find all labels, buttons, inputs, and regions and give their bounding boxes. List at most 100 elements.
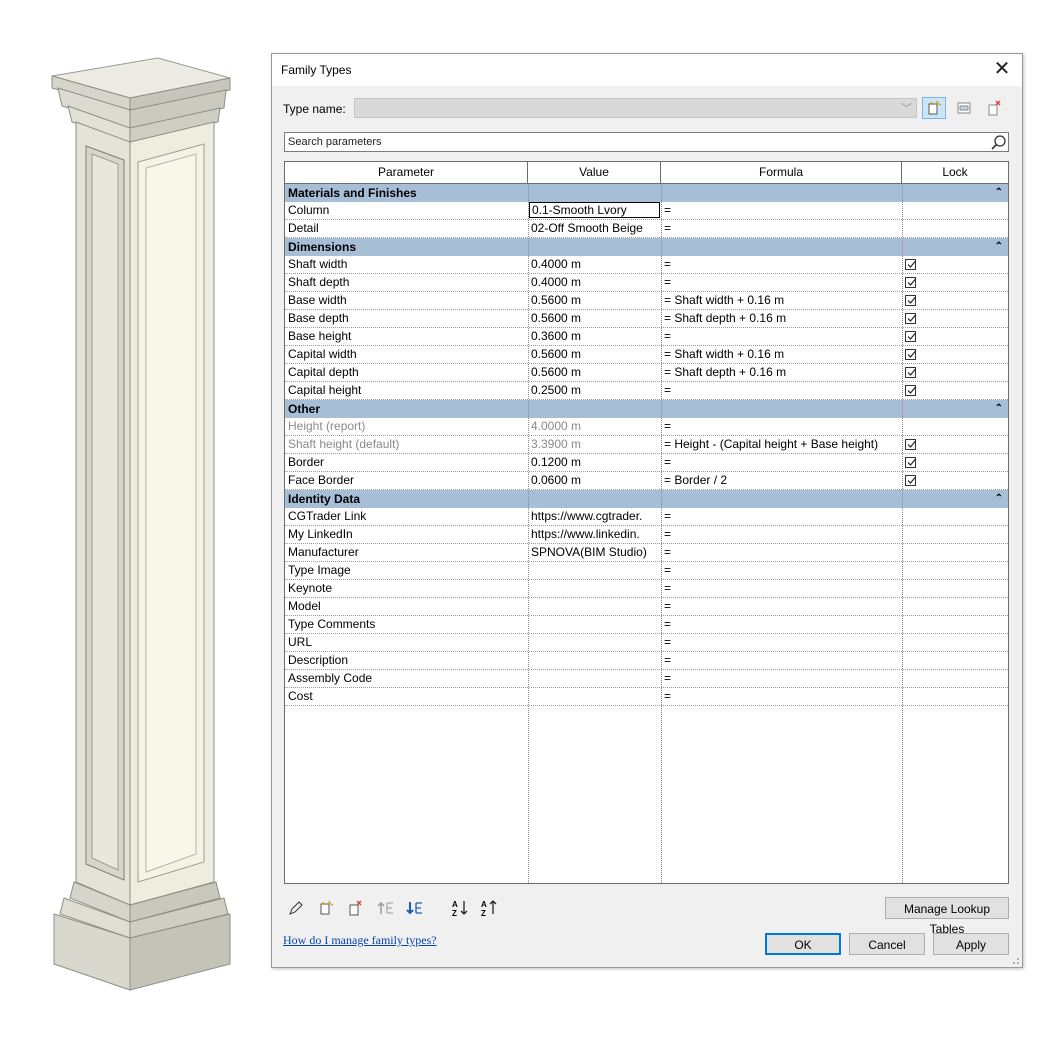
delete-type-button[interactable] xyxy=(982,97,1006,119)
group-header[interactable]: Materials and Finishes ⌃ xyxy=(285,184,1008,202)
collapse-chevron-icon[interactable]: ⌃ xyxy=(995,184,1003,202)
formula-cell[interactable]: = xyxy=(662,508,901,525)
formula-cell[interactable]: = xyxy=(662,598,901,615)
value-cell[interactable]: 0.5600 m xyxy=(529,292,660,309)
lock-checkbox[interactable] xyxy=(905,475,916,486)
formula-cell[interactable]: = xyxy=(662,454,901,471)
search-input[interactable] xyxy=(285,133,981,151)
formula-cell[interactable]: = xyxy=(662,274,901,291)
column-header-lock[interactable]: Lock xyxy=(902,162,1008,183)
edit-parameter-button[interactable] xyxy=(286,899,306,917)
value-cell[interactable] xyxy=(529,580,660,597)
parameter-cell: Detail xyxy=(288,221,319,235)
value-cell[interactable]: 0.1-Smooth Lvory xyxy=(529,202,660,218)
value-cell[interactable]: 0.3600 m xyxy=(529,328,660,345)
formula-cell[interactable]: = xyxy=(662,418,901,435)
column-header-value[interactable]: Value xyxy=(528,162,661,183)
formula-cell[interactable]: = Shaft depth + 0.16 m xyxy=(662,310,901,327)
svg-text:A: A xyxy=(481,900,487,909)
move-up-button[interactable] xyxy=(376,899,396,917)
group-header[interactable]: Other ⌃ xyxy=(285,400,1008,418)
formula-cell[interactable]: = xyxy=(662,526,901,543)
value-cell[interactable]: 0.4000 m xyxy=(529,274,660,291)
move-down-button[interactable] xyxy=(405,899,425,917)
formula-cell[interactable]: = xyxy=(662,616,901,633)
type-name-dropdown[interactable]: ﹀ xyxy=(354,98,917,118)
close-icon[interactable]: ✕ xyxy=(990,57,1014,81)
formula-cell[interactable]: = xyxy=(662,670,901,687)
value-cell[interactable]: https://www.linkedin. xyxy=(529,526,660,543)
help-link[interactable]: How do I manage family types? xyxy=(283,933,437,948)
value-cell[interactable]: 0.1200 m xyxy=(529,454,660,471)
lock-checkbox[interactable] xyxy=(905,259,916,270)
value-cell[interactable] xyxy=(529,598,660,615)
value-cell[interactable] xyxy=(529,562,660,579)
new-type-button[interactable] xyxy=(922,97,946,119)
formula-cell[interactable]: = xyxy=(662,652,901,669)
manage-lookup-tables-button[interactable]: Manage Lookup Tables xyxy=(885,897,1009,936)
new-parameter-icon xyxy=(320,900,334,915)
search-icon[interactable] xyxy=(990,134,1007,151)
lock-checkbox[interactable] xyxy=(905,385,916,396)
value-cell[interactable]: SPNOVA(BIM Studio) xyxy=(529,544,660,561)
resize-grip-icon[interactable] xyxy=(1010,955,1020,965)
value-cell[interactable]: 3.3900 m xyxy=(529,436,660,453)
value-cell[interactable] xyxy=(529,616,660,633)
sort-descending-button[interactable]: AZ xyxy=(479,899,499,917)
value-cell[interactable]: 02-Off Smooth Beige xyxy=(529,220,660,237)
formula-cell[interactable]: = xyxy=(662,256,901,273)
formula-cell[interactable]: = xyxy=(662,634,901,651)
group-header[interactable]: Dimensions ⌃ xyxy=(285,238,1008,256)
value-cell[interactable]: 0.2500 m xyxy=(529,382,660,399)
lock-checkbox[interactable] xyxy=(905,295,916,306)
sort-ascending-button[interactable]: AZ xyxy=(450,899,470,917)
formula-cell[interactable]: = Shaft width + 0.16 m xyxy=(662,292,901,309)
value-cell[interactable] xyxy=(529,652,660,669)
column-header-formula[interactable]: Formula xyxy=(661,162,902,183)
rename-type-button[interactable] xyxy=(952,97,976,119)
formula-cell[interactable]: = xyxy=(662,580,901,597)
formula-cell[interactable]: = xyxy=(662,328,901,345)
formula-cell[interactable]: = Shaft depth + 0.16 m xyxy=(662,364,901,381)
lock-checkbox[interactable] xyxy=(905,277,916,288)
value-cell[interactable]: 0.5600 m xyxy=(529,346,660,363)
formula-cell[interactable]: = Border / 2 xyxy=(662,472,901,489)
formula-cell[interactable]: = xyxy=(662,382,901,399)
new-parameter-button[interactable] xyxy=(316,899,336,917)
apply-button[interactable]: Apply xyxy=(933,933,1009,955)
value-cell[interactable] xyxy=(529,634,660,651)
value-cell[interactable] xyxy=(529,688,660,705)
collapse-chevron-icon[interactable]: ⌃ xyxy=(995,400,1003,418)
lock-checkbox[interactable] xyxy=(905,331,916,342)
formula-cell[interactable]: = Shaft width + 0.16 m xyxy=(662,346,901,363)
formula-cell[interactable]: = xyxy=(662,688,901,705)
lock-checkbox[interactable] xyxy=(905,367,916,378)
formula-cell[interactable]: = xyxy=(662,220,901,237)
parameter-cell: Base width xyxy=(288,293,347,307)
cancel-button[interactable]: Cancel xyxy=(849,933,925,955)
value-cell[interactable]: 4.0000 m xyxy=(529,418,660,435)
checkmark-icon xyxy=(907,476,916,484)
formula-cell[interactable]: = xyxy=(662,202,901,219)
value-cell[interactable]: 0.5600 m xyxy=(529,364,660,381)
collapse-chevron-icon[interactable]: ⌃ xyxy=(995,238,1003,256)
value-cell[interactable]: 0.5600 m xyxy=(529,310,660,327)
lock-checkbox[interactable] xyxy=(905,313,916,324)
delete-parameter-button[interactable] xyxy=(345,899,365,917)
new-type-icon xyxy=(928,100,942,115)
lock-checkbox[interactable] xyxy=(905,439,916,450)
formula-cell[interactable]: = xyxy=(662,562,901,579)
group-header[interactable]: Identity Data ⌃ xyxy=(285,490,1008,508)
formula-cell[interactable]: = Height - (Capital height + Base height… xyxy=(662,436,901,453)
value-cell[interactable] xyxy=(529,670,660,687)
formula-cell[interactable]: = xyxy=(662,544,901,561)
lock-checkbox[interactable] xyxy=(905,457,916,468)
lock-checkbox[interactable] xyxy=(905,349,916,360)
value-cell[interactable]: https://www.cgtrader. xyxy=(529,508,660,525)
column-header-parameter[interactable]: Parameter xyxy=(285,162,528,183)
ok-button[interactable]: OK xyxy=(765,933,841,955)
parameter-cell: Face Border xyxy=(288,473,355,487)
collapse-chevron-icon[interactable]: ⌃ xyxy=(995,490,1003,508)
value-cell[interactable]: 0.0600 m xyxy=(529,472,660,489)
value-cell[interactable]: 0.4000 m xyxy=(529,256,660,273)
